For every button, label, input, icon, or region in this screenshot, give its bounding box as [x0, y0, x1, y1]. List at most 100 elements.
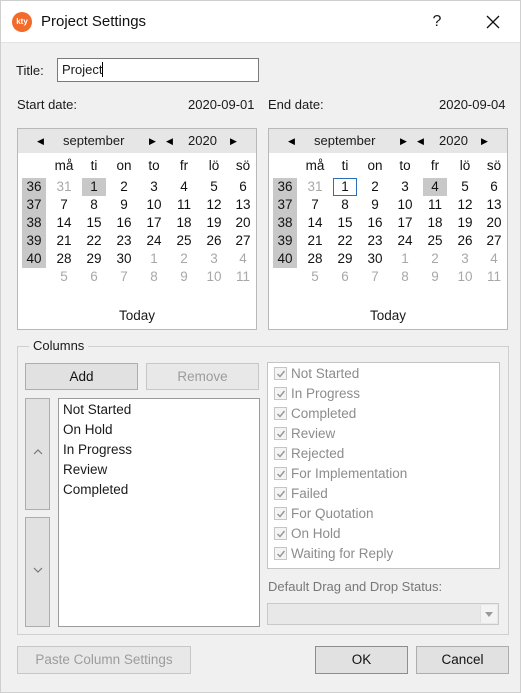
calendar-day[interactable]: 13: [482, 196, 506, 214]
calendar-day[interactable]: 2: [172, 250, 196, 268]
checkbox[interactable]: [274, 367, 287, 380]
calendar-day[interactable]: 8: [142, 268, 166, 286]
calendar-day[interactable]: 6: [333, 268, 357, 286]
end-date-calendar[interactable]: ◀ september ▶ ◀ 2020 ▶ må ti on to fr lö sö 36 3…: [268, 128, 508, 330]
calendar-day[interactable]: 26: [453, 232, 477, 250]
calendar-day[interactable]: 9: [112, 196, 136, 214]
checkbox[interactable]: [274, 467, 287, 480]
calendar-day[interactable]: 4: [423, 178, 447, 196]
month-label[interactable]: september: [63, 133, 124, 148]
calendar-day[interactable]: 28: [52, 250, 76, 268]
list-item[interactable]: Not Started: [63, 402, 131, 417]
year-label[interactable]: 2020: [439, 133, 468, 148]
calendar-day[interactable]: 11: [172, 196, 196, 214]
checkbox[interactable]: [274, 387, 287, 400]
calendar-day[interactable]: 23: [363, 232, 387, 250]
prev-month-icon[interactable]: ◀: [288, 136, 295, 147]
calendar-day[interactable]: 1: [82, 178, 106, 196]
calendar-day[interactable]: 30: [363, 250, 387, 268]
calendar-day[interactable]: 3: [393, 178, 417, 196]
ok-button[interactable]: OK: [315, 646, 408, 674]
calendar-day[interactable]: 26: [202, 232, 226, 250]
checkbox[interactable]: [274, 487, 287, 500]
calendar-day[interactable]: 14: [52, 214, 76, 232]
next-year-icon[interactable]: ▶: [230, 136, 237, 147]
checkbox[interactable]: [274, 407, 287, 420]
list-item[interactable]: Completed: [63, 482, 128, 497]
calendar-day[interactable]: 16: [112, 214, 136, 232]
calendar-day[interactable]: 5: [202, 178, 226, 196]
move-up-button[interactable]: [25, 398, 50, 510]
next-month-icon[interactable]: ▶: [400, 136, 407, 147]
list-item[interactable]: In Progress: [63, 442, 132, 457]
calendar-day[interactable]: 12: [202, 196, 226, 214]
year-label[interactable]: 2020: [188, 133, 217, 148]
calendar-day[interactable]: 9: [423, 268, 447, 286]
month-label[interactable]: september: [314, 133, 375, 148]
calendar-day[interactable]: 27: [482, 232, 506, 250]
calendar-day[interactable]: 19: [202, 214, 226, 232]
calendar-day[interactable]: 1: [333, 178, 357, 196]
calendar-day[interactable]: 28: [303, 250, 327, 268]
calendar-day[interactable]: 2: [363, 178, 387, 196]
calendar-day[interactable]: 22: [82, 232, 106, 250]
prev-year-icon[interactable]: ◀: [166, 136, 173, 147]
next-year-icon[interactable]: ▶: [481, 136, 488, 147]
calendar-day[interactable]: 14: [303, 214, 327, 232]
calendar-day[interactable]: 11: [423, 196, 447, 214]
calendar-day[interactable]: 2: [112, 178, 136, 196]
prev-month-icon[interactable]: ◀: [37, 136, 44, 147]
calendar-day[interactable]: 18: [423, 214, 447, 232]
title-input[interactable]: Project: [57, 58, 259, 82]
close-button[interactable]: [479, 9, 507, 35]
calendar-day[interactable]: 7: [112, 268, 136, 286]
checkbox[interactable]: [274, 427, 287, 440]
next-month-icon[interactable]: ▶: [149, 136, 156, 147]
calendar-day[interactable]: 3: [202, 250, 226, 268]
calendar-day[interactable]: 22: [333, 232, 357, 250]
calendar-day[interactable]: 15: [333, 214, 357, 232]
calendar-day[interactable]: 21: [52, 232, 76, 250]
calendar-day[interactable]: 20: [231, 214, 255, 232]
calendar-day[interactable]: 7: [303, 196, 327, 214]
checkbox[interactable]: [274, 547, 287, 560]
calendar-day[interactable]: 12: [453, 196, 477, 214]
calendar-day[interactable]: 18: [172, 214, 196, 232]
calendar-day[interactable]: 17: [142, 214, 166, 232]
list-item[interactable]: On Hold: [63, 422, 113, 437]
list-item[interactable]: Review: [63, 462, 107, 477]
calendar-day[interactable]: 27: [231, 232, 255, 250]
cancel-button[interactable]: Cancel: [416, 646, 509, 674]
today-button[interactable]: Today: [269, 308, 507, 323]
calendar-day[interactable]: 5: [52, 268, 76, 286]
today-button[interactable]: Today: [18, 308, 256, 323]
calendar-day[interactable]: 10: [453, 268, 477, 286]
remove-column-button[interactable]: Remove: [146, 363, 259, 390]
calendar-day[interactable]: 3: [453, 250, 477, 268]
calendar-day[interactable]: 4: [172, 178, 196, 196]
calendar-day[interactable]: 7: [363, 268, 387, 286]
calendar-day[interactable]: 17: [393, 214, 417, 232]
add-column-button[interactable]: Add: [25, 363, 138, 390]
calendar-day[interactable]: 24: [142, 232, 166, 250]
calendar-day[interactable]: 8: [82, 196, 106, 214]
calendar-day[interactable]: 20: [482, 214, 506, 232]
calendar-day[interactable]: 2: [423, 250, 447, 268]
calendar-day[interactable]: 24: [393, 232, 417, 250]
calendar-day[interactable]: 25: [423, 232, 447, 250]
calendar-day[interactable]: 23: [112, 232, 136, 250]
move-down-button[interactable]: [25, 517, 50, 627]
calendar-day[interactable]: 31: [52, 178, 76, 196]
calendar-day[interactable]: 30: [112, 250, 136, 268]
prev-year-icon[interactable]: ◀: [417, 136, 424, 147]
calendar-day[interactable]: 15: [82, 214, 106, 232]
calendar-day[interactable]: 6: [482, 178, 506, 196]
help-button[interactable]: ?: [425, 9, 449, 35]
calendar-day[interactable]: 4: [482, 250, 506, 268]
calendar-day[interactable]: 6: [231, 178, 255, 196]
calendar-day[interactable]: 5: [453, 178, 477, 196]
calendar-day[interactable]: 10: [393, 196, 417, 214]
calendar-day[interactable]: 9: [363, 196, 387, 214]
calendar-day[interactable]: 29: [333, 250, 357, 268]
calendar-day[interactable]: 8: [393, 268, 417, 286]
